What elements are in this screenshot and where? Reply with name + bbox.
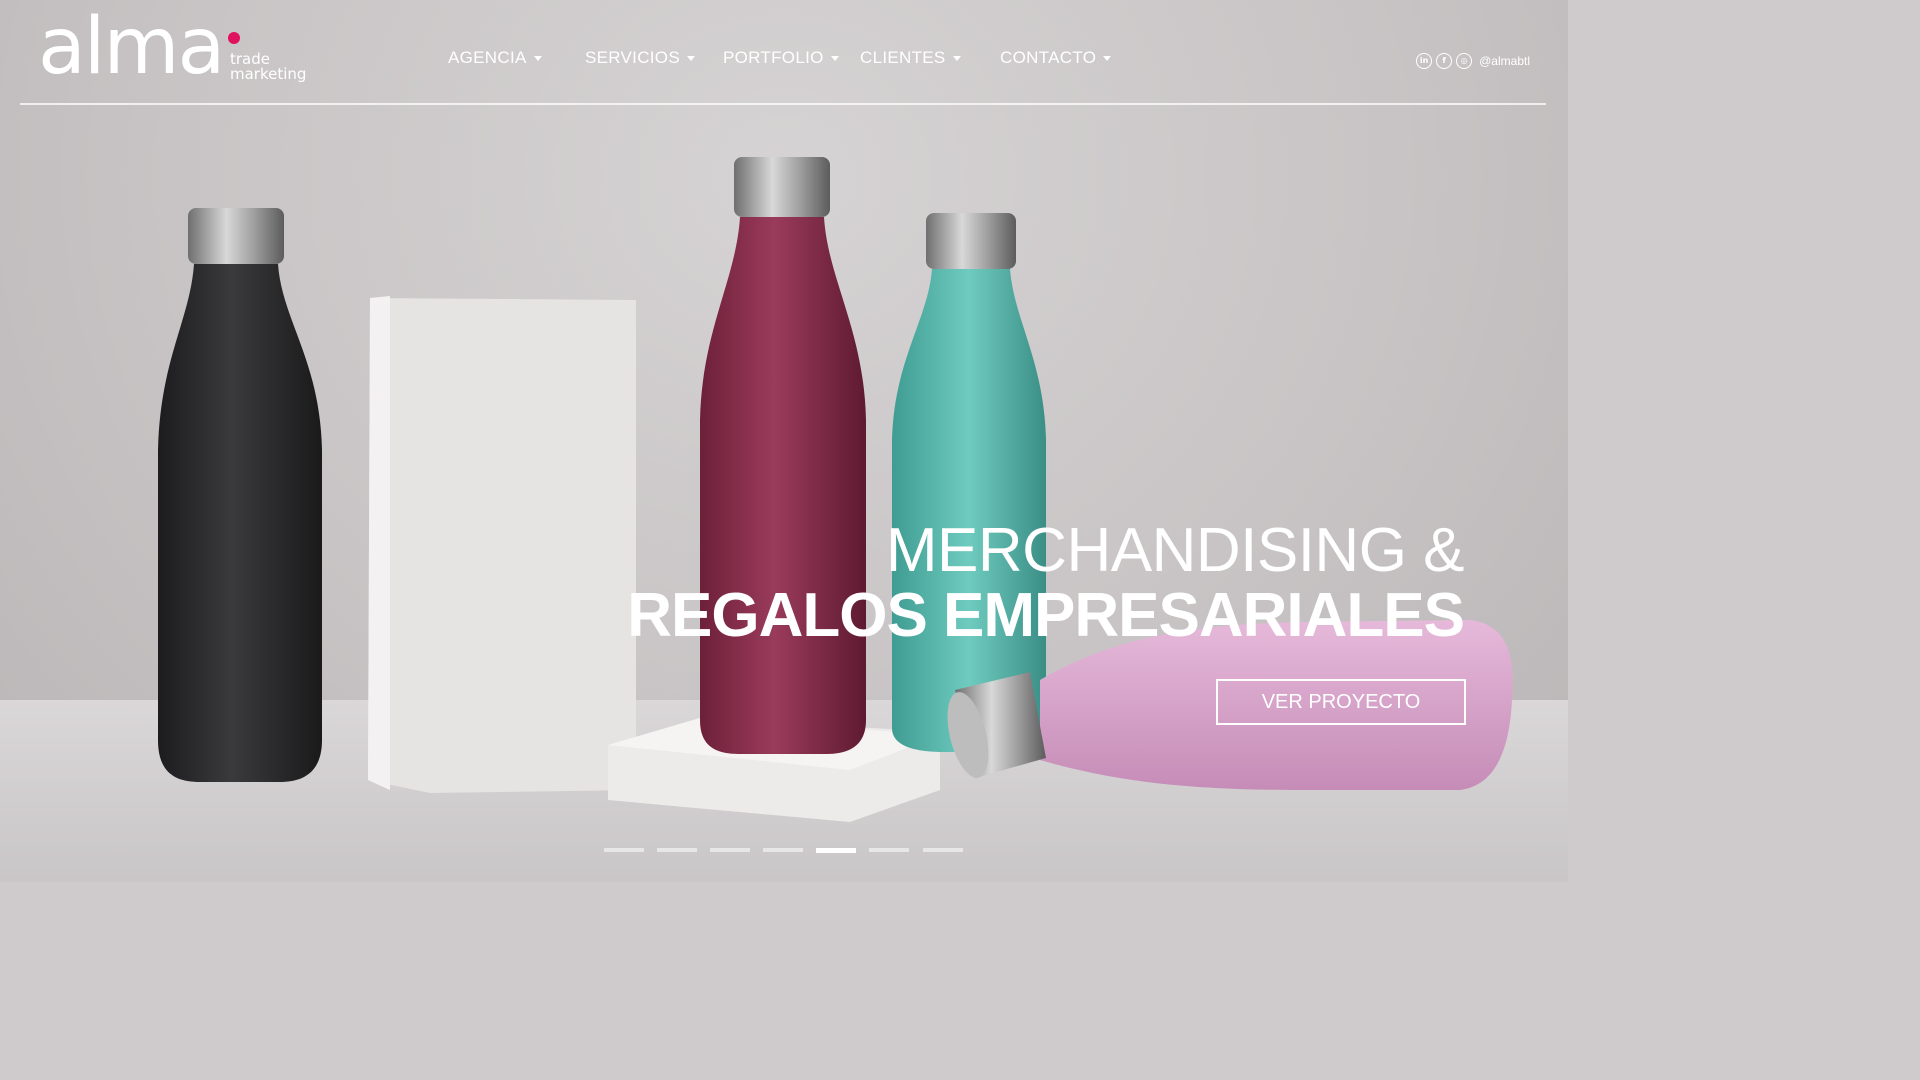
logo-tagline: trade marketing [230, 52, 306, 82]
social-links: in f ◎ @almabtl [1416, 52, 1530, 69]
header-divider [20, 103, 1546, 105]
hero-headline-line1: MERCHANDISING & [885, 516, 1465, 585]
slider-dot-1[interactable] [604, 848, 644, 852]
chevron-down-icon [1103, 56, 1112, 62]
chevron-down-icon [830, 56, 839, 62]
slider-dot-4[interactable] [763, 848, 803, 852]
view-project-button[interactable]: VER PROYECTO [1216, 679, 1466, 725]
slider-dot-2[interactable] [657, 848, 697, 852]
nav-label: CLIENTES [860, 48, 946, 67]
nav-item-contacto[interactable]: CONTACTO [1000, 48, 1112, 68]
logo-wordmark: alma [38, 2, 225, 92]
logo-tagline-line2: marketing [230, 65, 307, 83]
social-handle[interactable]: @almabtl [1479, 54, 1530, 68]
chevron-down-icon [952, 56, 961, 62]
chevron-down-icon [533, 56, 542, 62]
hero-headline: MERCHANDISING & REGALOS EMPRESARIALES [627, 516, 1465, 650]
slider-dot-5[interactable] [816, 848, 856, 853]
nav-label: CONTACTO [1000, 48, 1097, 67]
nav-item-portfolio[interactable]: PORTFOLIO [723, 48, 839, 68]
facebook-icon[interactable]: f [1436, 52, 1453, 69]
nav-label: SERVICIOS [585, 48, 680, 67]
brand-logo[interactable]: alma trade marketing [38, 8, 328, 92]
nav-label: PORTFOLIO [723, 48, 824, 67]
slider-dot-3[interactable] [710, 848, 750, 852]
hero-product-photo [158, 157, 1513, 822]
instagram-icon[interactable]: ◎ [1456, 52, 1473, 69]
nav-item-clientes[interactable]: CLIENTES [860, 48, 961, 68]
hero-headline-line2: REGALOS EMPRESARIALES [627, 581, 1465, 650]
logo-accent-dot [228, 32, 240, 44]
slider-dot-7[interactable] [923, 848, 963, 852]
slider-dot-6[interactable] [869, 848, 909, 852]
chevron-down-icon [686, 56, 695, 62]
nav-label: AGENCIA [448, 48, 527, 67]
nav-item-agencia[interactable]: AGENCIA [448, 48, 542, 68]
linkedin-icon[interactable]: in [1416, 52, 1433, 69]
nav-item-servicios[interactable]: SERVICIOS [585, 48, 695, 68]
